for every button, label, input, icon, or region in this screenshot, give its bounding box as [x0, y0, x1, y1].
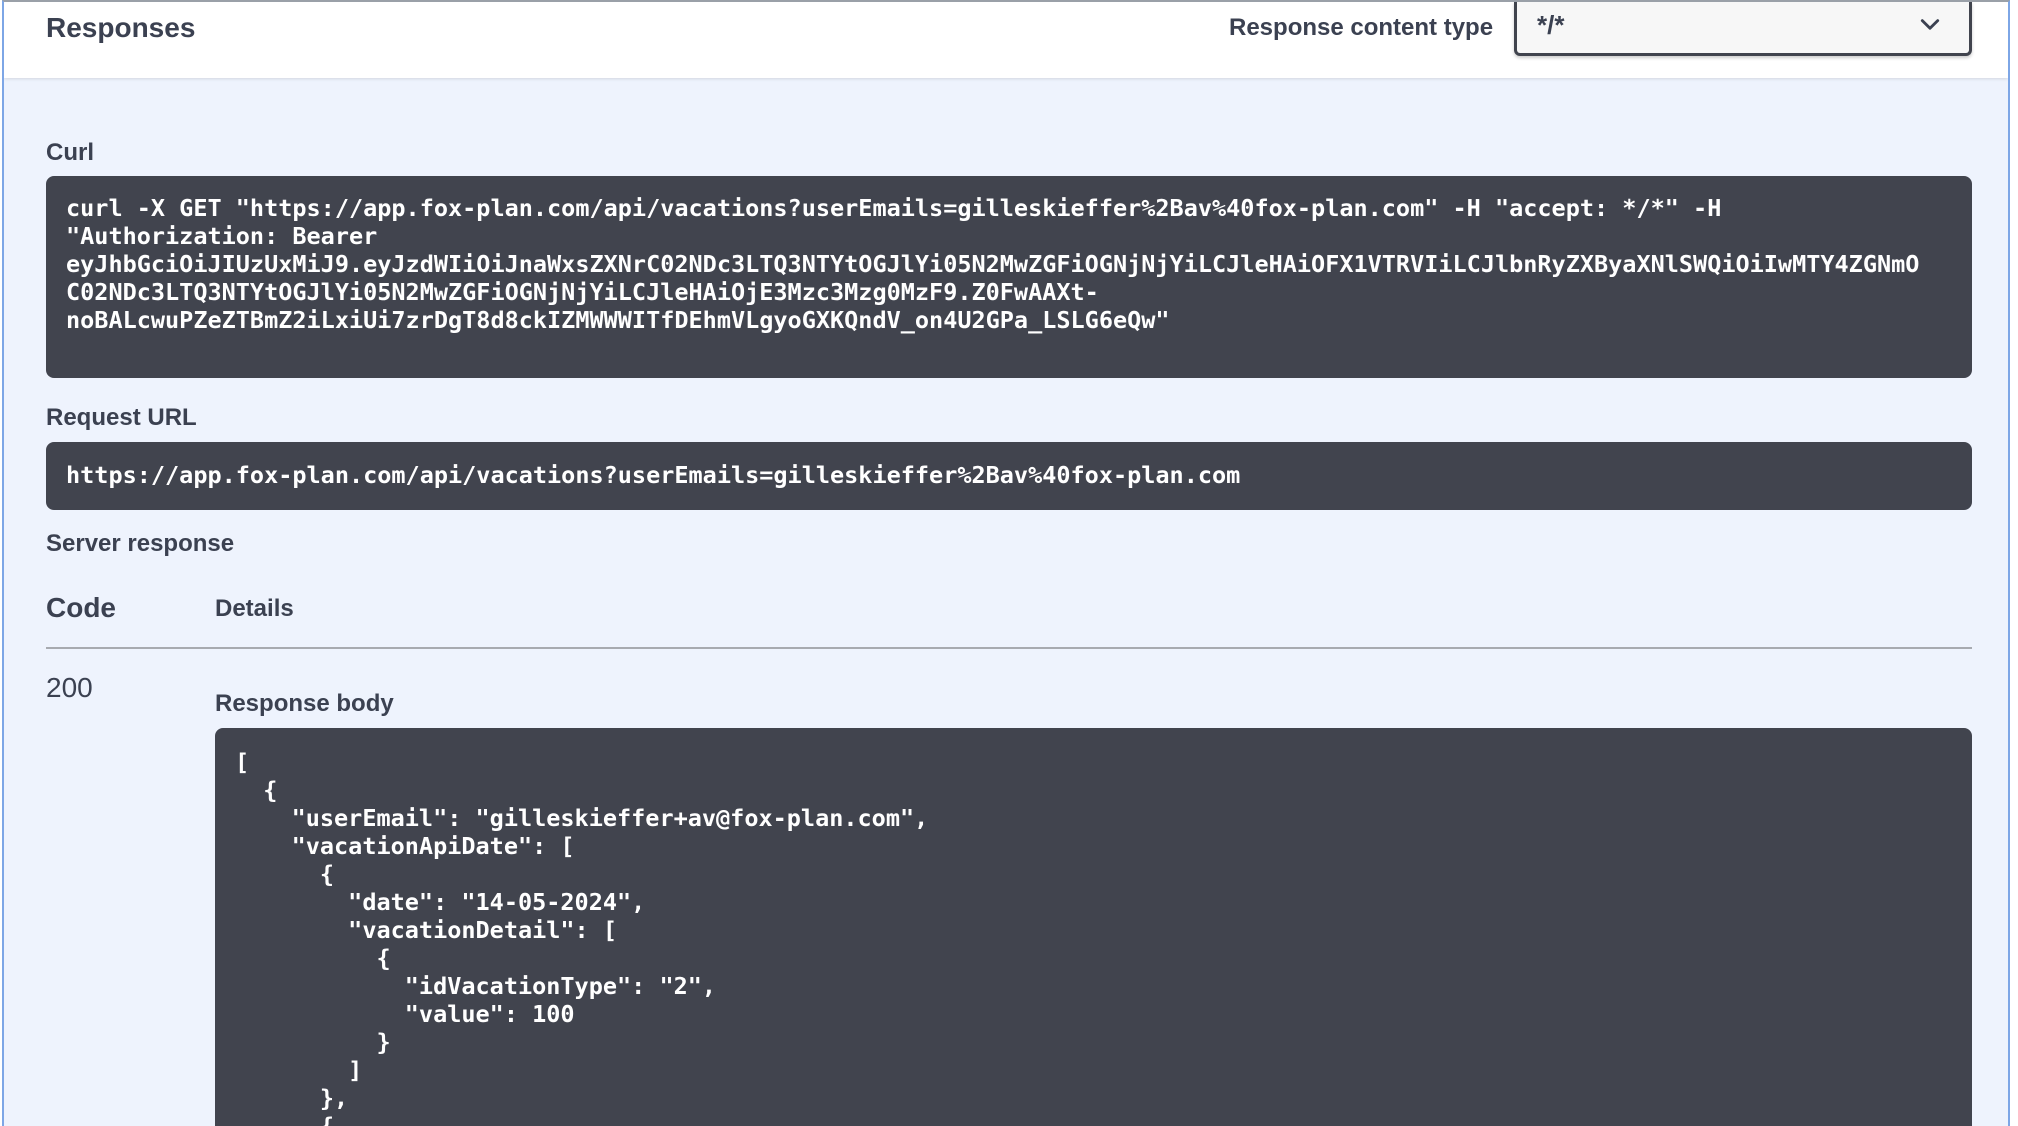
chevron-down-icon: [1920, 19, 1940, 30]
response-content-type-label: Response content type: [1229, 14, 1494, 41]
response-content-type-select[interactable]: */*: [1514, 2, 1972, 56]
responses-title: Responses: [46, 12, 196, 43]
responses-header: Responses Response content type */*: [4, 2, 2008, 78]
column-header-code: Code: [46, 592, 116, 623]
request-url-value[interactable]: https://app.fox-plan.com/api/vacations?u…: [46, 442, 1972, 510]
response-body-label: Response body: [215, 690, 394, 717]
curl-command[interactable]: curl -X GET "https://app.fox-plan.com/ap…: [46, 176, 1972, 378]
request-url-label: Request URL: [46, 404, 197, 431]
responses-panel: Responses Response content type */* Curl…: [2, 0, 2010, 1126]
server-response-label: Server response: [46, 530, 235, 557]
curl-label: Curl: [46, 139, 94, 166]
table-divider: [46, 647, 1972, 649]
response-content-type-value: */*: [1537, 10, 1565, 40]
column-header-details: Details: [215, 595, 294, 622]
response-body[interactable]: [ { "userEmail": "gilleskieffer+av@fox-p…: [215, 728, 1972, 1126]
status-code: 200: [46, 672, 93, 703]
